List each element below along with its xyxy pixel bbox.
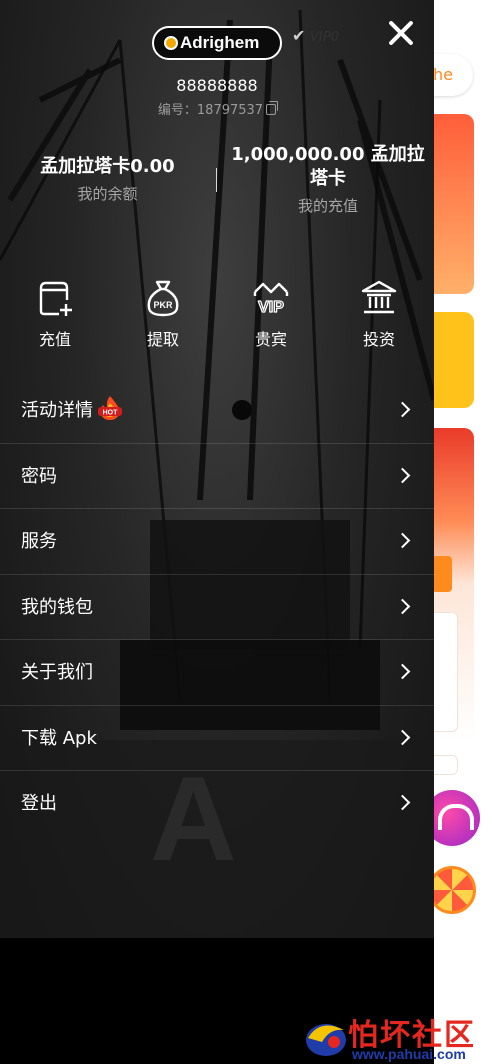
- vip-level-badge: ✔ VIP0: [292, 26, 354, 48]
- stat-divider: [216, 168, 217, 192]
- vip-crown-icon: VIP: [251, 278, 291, 318]
- menu-item-label: 下载 Apk: [21, 727, 97, 749]
- recharge-label: 我的充值: [297, 197, 358, 215]
- user-id-label: 编号：18797537: [157, 103, 264, 118]
- quick-actions: 充值 PKR 提取 VIP 贵宾 投资: [0, 278, 434, 358]
- chevron-right-icon: [394, 401, 411, 418]
- chevron-right-icon: [394, 532, 411, 549]
- brand-logo: Adrighem: [152, 26, 282, 60]
- recharge-action-button[interactable]: 充值: [15, 278, 95, 350]
- balance-label: 我的余额: [77, 185, 138, 203]
- watermark-url: www.pahuai.com: [352, 1046, 466, 1062]
- recharge-value: 1,000,000.00 孟加拉塔卡: [231, 144, 425, 189]
- bank-icon: [359, 278, 399, 318]
- svg-text:VIP: VIP: [258, 299, 284, 316]
- copy-icon[interactable]: [266, 101, 279, 115]
- menu-item-activity-details[interactable]: 活动详情 HOT: [0, 378, 434, 444]
- logo-text: Adrighem: [180, 33, 260, 52]
- vip-action-label: 贵宾: [254, 330, 287, 349]
- close-drawer-button[interactable]: [384, 16, 418, 50]
- watermark-logo-icon: [306, 1024, 346, 1056]
- chevron-right-icon: [394, 794, 411, 811]
- side-drawer: A Adrighem ✔ VIP0 88888888 编号：18797537 孟…: [0, 0, 434, 1064]
- menu-item-label: 服务: [21, 531, 57, 552]
- withdraw-action-button[interactable]: PKR 提取: [123, 278, 203, 350]
- hot-fire-icon: HOT: [97, 383, 123, 420]
- menu-item-password[interactable]: 密码: [0, 444, 434, 509]
- balance-value: 孟加拉塔卡0.00: [40, 156, 175, 177]
- chevron-right-icon: [394, 663, 411, 680]
- vip-action-button[interactable]: VIP 贵宾: [231, 278, 311, 350]
- menu-item-my-wallet[interactable]: 我的钱包: [0, 575, 434, 640]
- logo-dot-icon: [164, 36, 178, 50]
- pkr-bag-icon: PKR: [143, 278, 183, 318]
- invest-action-label: 投资: [362, 330, 395, 349]
- background-orange-tag: [432, 556, 452, 592]
- svg-text:PKR: PKR: [153, 300, 173, 310]
- invest-action-button[interactable]: 投资: [339, 278, 419, 350]
- svg-text:HOT: HOT: [103, 410, 119, 417]
- recharge-action-label: 充值: [38, 330, 71, 349]
- username: 88888888: [176, 76, 258, 95]
- menu-item-label: 密码: [21, 465, 57, 487]
- user-id: 编号：18797537: [0, 99, 434, 118]
- vip-level-label: VIP0: [310, 30, 339, 45]
- menu-item-label: 关于我们: [21, 662, 93, 683]
- check-icon: ✔: [292, 26, 306, 45]
- wallet-add-icon: [35, 278, 75, 318]
- menu-item-label: 活动详情: [21, 400, 93, 421]
- menu-item-service[interactable]: 服务: [0, 509, 434, 575]
- drawer-menu: 活动详情 HOT 密码 服务 我的钱包 关于我们 下载 Apk 登出: [0, 378, 434, 837]
- chevron-right-icon: [394, 598, 411, 614]
- menu-item-label: 我的钱包: [21, 596, 93, 618]
- chevron-right-icon: [394, 729, 411, 745]
- chevron-right-icon: [394, 467, 411, 483]
- menu-item-download-apk[interactable]: 下载 Apk: [0, 706, 434, 771]
- menu-item-logout[interactable]: 登出: [0, 771, 434, 837]
- menu-item-label: 登出: [21, 793, 57, 814]
- lucky-wheel-icon[interactable]: [428, 866, 476, 914]
- menu-item-label-wrap: 活动详情 HOT: [21, 378, 123, 443]
- recharge-stat: 1,000,000.00 孟加拉塔卡 我的充值: [224, 143, 432, 216]
- menu-item-about-us[interactable]: 关于我们: [0, 640, 434, 706]
- site-watermark: 怕坏社区 www.pahuai.com: [300, 1008, 493, 1064]
- withdraw-action-label: 提取: [146, 330, 179, 349]
- balance-stat: 孟加拉塔卡0.00 我的余额: [30, 155, 185, 204]
